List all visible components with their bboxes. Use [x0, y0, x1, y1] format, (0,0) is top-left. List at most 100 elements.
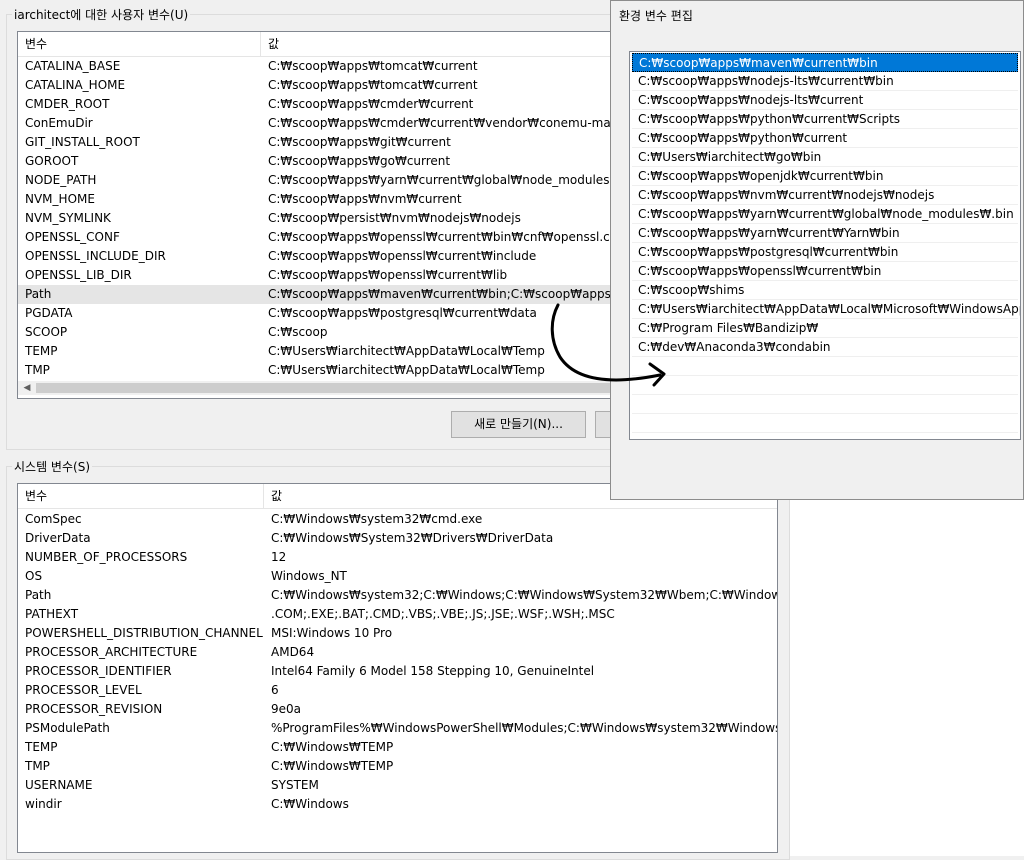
list-item[interactable]: C:₩dev₩Anaconda3₩condabin — [632, 338, 1018, 357]
table-row[interactable]: PGDATA C:₩scoop₩apps₩postgresql₩current₩d… — [18, 304, 618, 323]
table-row[interactable]: GIT_INSTALL_ROOT C:₩scoop₩apps₩git₩curren… — [18, 133, 618, 152]
table-row[interactable]: windir C:₩Windows — [18, 795, 777, 814]
list-item[interactable]: C:₩Users₩iarchitect₩AppData₩Local₩Micros… — [632, 300, 1020, 319]
list-item[interactable]: C:₩scoop₩apps₩nvm₩current₩nodejs₩nodejs — [632, 186, 1018, 205]
table-row[interactable]: PROCESSOR_ARCHITECTURE AMD64 — [18, 643, 777, 662]
table-row[interactable]: PROCESSOR_LEVEL 6 — [18, 681, 777, 700]
var-name: PROCESSOR_IDENTIFIER — [25, 664, 172, 678]
empty-list-item[interactable] — [632, 376, 1018, 395]
table-row[interactable]: GOROOT C:₩scoop₩apps₩go₩current — [18, 152, 618, 171]
var-value: %ProgramFiles%₩WindowsPowerShell₩Modules… — [271, 721, 778, 735]
empty-list-item[interactable] — [632, 357, 1018, 376]
var-value: C:₩Windows — [271, 797, 349, 811]
list-item[interactable]: C:₩scoop₩apps₩maven₩current₩bin — [632, 53, 1018, 72]
list-item[interactable]: C:₩scoop₩apps₩postgresql₩current₩bin — [632, 243, 1018, 262]
table-row[interactable]: PATHEXT .COM;.EXE;.BAT;.CMD;.VBS;.VBE;.JS… — [18, 605, 777, 624]
list-item[interactable]: C:₩scoop₩apps₩openjdk₩current₩bin — [632, 167, 1018, 186]
table-row[interactable]: CATALINA_BASE C:₩scoop₩apps₩tomcat₩curren… — [18, 57, 618, 76]
var-value: C:₩Windows₩System32₩Drivers₩DriverData — [271, 531, 554, 545]
var-name: PROCESSOR_ARCHITECTURE — [25, 645, 198, 659]
list-item[interactable]: C:₩scoop₩apps₩yarn₩current₩Yarn₩bin — [632, 224, 1018, 243]
table-row[interactable]: CATALINA_HOME C:₩scoop₩apps₩tomcat₩curren… — [18, 76, 618, 95]
var-name: PGDATA — [25, 306, 73, 320]
var-value: AMD64 — [271, 645, 315, 659]
system-vars-list[interactable]: 변수 값 ComSpec C:₩Windows₩system32₩cmd.exe D… — [17, 483, 778, 853]
var-name: OPENSSL_LIB_DIR — [25, 268, 132, 282]
user-vars-list[interactable]: 변수 값 CATALINA_BASE C:₩scoop₩apps₩tomcat₩c… — [17, 31, 619, 399]
table-row[interactable]: OPENSSL_INCLUDE_DIR C:₩scoop₩apps₩openssl… — [18, 247, 618, 266]
table-row[interactable]: NVM_HOME C:₩scoop₩apps₩nvm₩current — [18, 190, 618, 209]
table-row[interactable]: ComSpec C:₩Windows₩system32₩cmd.exe — [18, 510, 777, 529]
var-value: C:₩scoop₩apps₩postgresql₩current₩data — [268, 306, 537, 320]
var-name: SCOOP — [25, 325, 68, 339]
list-item[interactable]: C:₩Users₩iarchitect₩go₩bin — [632, 148, 1018, 167]
var-value: C:₩Windows₩system32₩cmd.exe — [271, 512, 483, 526]
var-name: PATHEXT — [25, 607, 79, 621]
scroll-left-icon[interactable]: ◀ — [20, 382, 34, 394]
list-item[interactable]: C:₩scoop₩apps₩openssl₩current₩bin — [632, 262, 1018, 281]
var-name: ComSpec — [25, 512, 82, 526]
var-value: C:₩Windows₩TEMP — [271, 740, 394, 754]
var-name: DriverData — [25, 531, 91, 545]
table-row[interactable]: PROCESSOR_REVISION 9e0a — [18, 700, 777, 719]
list-item[interactable]: C:₩scoop₩apps₩nodejs-lts₩current — [632, 91, 1018, 110]
table-row[interactable]: TEMP C:₩Users₩iarchitect₩AppData₩Local₩Te… — [18, 342, 618, 361]
list-item[interactable]: C:₩Program Files₩Bandizip₩ — [632, 319, 1018, 338]
table-row[interactable]: ConEmuDir C:₩scoop₩apps₩cmder₩current₩ven… — [18, 114, 618, 133]
table-row[interactable]: NODE_PATH C:₩scoop₩apps₩yarn₩current₩glob… — [18, 171, 618, 190]
var-value: C:₩scoop₩apps₩openssl₩current₩lib — [268, 268, 508, 282]
table-row[interactable]: TEMP C:₩Windows₩TEMP — [18, 738, 777, 757]
table-row[interactable]: Path C:₩Windows₩system32;C:₩Windows;C:₩Wi… — [18, 586, 777, 605]
var-name: windir — [25, 797, 62, 811]
column-header-name[interactable]: 변수 — [18, 32, 260, 56]
table-row[interactable]: CMDER_ROOT C:₩scoop₩apps₩cmder₩current — [18, 95, 618, 114]
empty-list-item[interactable] — [632, 414, 1018, 433]
list-item[interactable]: C:₩scoop₩apps₩python₩current₩Scripts — [632, 110, 1018, 129]
empty-list-item[interactable] — [632, 395, 1018, 414]
var-value: MSI:Windows 10 Pro — [271, 626, 393, 640]
table-row[interactable]: PSModulePath %ProgramFiles%₩WindowsPowerS… — [18, 719, 777, 738]
var-value: C:₩scoop₩apps₩cmder₩current₩vendor₩conem… — [268, 116, 619, 130]
table-row[interactable]: NUMBER_OF_PROCESSORS 12 — [18, 548, 777, 567]
var-name: GOROOT — [25, 154, 79, 168]
list-item[interactable]: C:₩scoop₩apps₩yarn₩current₩global₩node_m… — [632, 205, 1018, 224]
var-name: ConEmuDir — [25, 116, 93, 130]
var-value: C:₩scoop₩apps₩cmder₩current — [268, 97, 474, 111]
table-row[interactable]: TMP C:₩Windows₩TEMP — [18, 757, 777, 776]
table-row[interactable]: OS Windows_NT — [18, 567, 777, 586]
column-header-name[interactable]: 변수 — [18, 484, 263, 508]
column-header-value[interactable]: 값 — [261, 32, 618, 56]
list-item[interactable]: C:₩scoop₩apps₩nodejs-lts₩current₩bin — [632, 72, 1018, 91]
new-user-var-button[interactable]: 새로 만들기(N)... — [451, 411, 586, 438]
table-row[interactable]: POWERSHELL_DISTRIBUTION_CHANNEL MSI:Windo… — [18, 624, 777, 643]
list-item[interactable]: C:₩scoop₩shims — [632, 281, 1018, 300]
var-value: C:₩scoop₩apps₩tomcat₩current — [268, 59, 478, 73]
var-name: OS — [25, 569, 43, 583]
var-name: Path — [25, 287, 52, 301]
path-entries-list[interactable]: C:₩scoop₩apps₩maven₩current₩bin C:₩scoop₩… — [629, 51, 1021, 440]
var-name: USERNAME — [25, 778, 93, 792]
user-vars-hscrollbar[interactable]: ◀ — [18, 381, 618, 395]
var-value: C:₩Users₩iarchitect₩AppData₩Local₩Temp — [268, 344, 545, 358]
var-value: C:₩scoop₩apps₩git₩current — [268, 135, 451, 149]
list-item[interactable]: C:₩scoop₩apps₩python₩current — [632, 129, 1018, 148]
scrollbar-thumb[interactable] — [36, 383, 616, 393]
var-value: C:₩scoop₩persist₩nvm₩nodejs₩nodejs — [268, 211, 521, 225]
var-value: C:₩scoop₩apps₩tomcat₩current — [268, 78, 478, 92]
var-name: CATALINA_BASE — [25, 59, 121, 73]
table-row[interactable]: OPENSSL_LIB_DIR C:₩scoop₩apps₩openssl₩cur… — [18, 266, 618, 285]
table-row[interactable]: Path C:₩scoop₩apps₩maven₩current₩bin;C:₩s… — [18, 285, 618, 304]
table-row[interactable]: PROCESSOR_IDENTIFIER Intel64 Family 6 Mod… — [18, 662, 777, 681]
table-row[interactable]: TMP C:₩Users₩iarchitect₩AppData₩Local₩Tem… — [18, 361, 618, 380]
var-value: .COM;.EXE;.BAT;.CMD;.VBS;.VBE;.JS;.JSE;.… — [271, 607, 615, 621]
table-row[interactable]: NVM_SYMLINK C:₩scoop₩persist₩nvm₩nodejs₩n… — [18, 209, 618, 228]
var-value: 12 — [271, 550, 287, 564]
table-row[interactable]: SCOOP C:₩scoop — [18, 323, 618, 342]
var-value: C:₩Users₩iarchitect₩AppData₩Local₩Temp — [268, 363, 545, 377]
table-row[interactable]: USERNAME SYSTEM — [18, 776, 777, 795]
var-name: CMDER_ROOT — [25, 97, 110, 111]
table-row[interactable]: DriverData C:₩Windows₩System32₩Drivers₩Dr… — [18, 529, 777, 548]
var-name: PROCESSOR_LEVEL — [25, 683, 142, 697]
table-row[interactable]: OPENSSL_CONF C:₩scoop₩apps₩openssl₩curren… — [18, 228, 618, 247]
var-name: NVM_SYMLINK — [25, 211, 111, 225]
